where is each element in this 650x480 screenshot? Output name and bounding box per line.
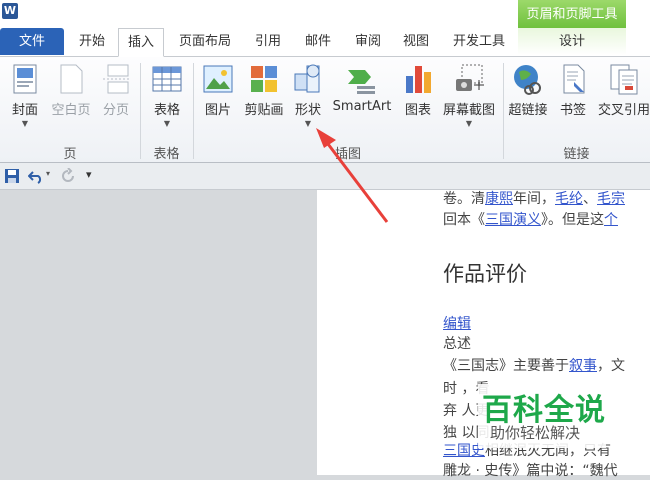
annotation-arrow-icon [316, 128, 389, 223]
